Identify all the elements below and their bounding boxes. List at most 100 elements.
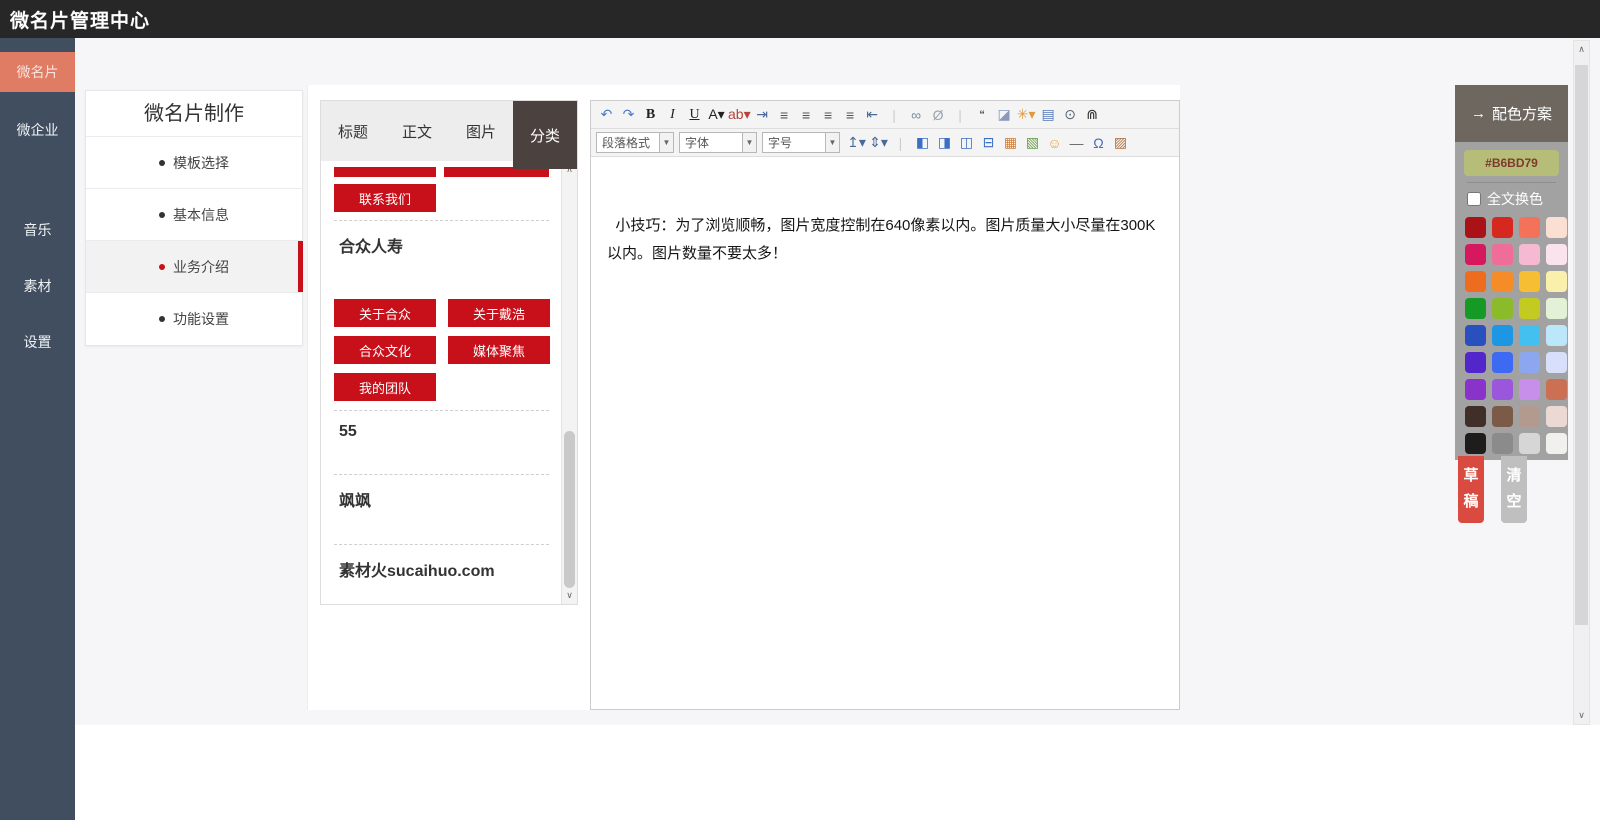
- image-align-right-icon[interactable]: ◫: [956, 132, 977, 154]
- category-tab[interactable]: 图片: [449, 101, 513, 161]
- toolbar-select[interactable]: 字体 ▼: [679, 132, 757, 153]
- color-swatch[interactable]: [1519, 379, 1540, 400]
- page-scrollbar[interactable]: ∧ ∨: [1573, 40, 1590, 725]
- sidebar-item[interactable]: 微企业: [0, 110, 75, 150]
- quick-format-icon[interactable]: ✳▾: [1016, 104, 1037, 126]
- line-height-icon[interactable]: ⇕▾: [868, 132, 889, 154]
- color-swatch[interactable]: [1519, 325, 1540, 346]
- upload-image-icon[interactable]: ▧: [1022, 132, 1043, 154]
- toolbar-separator[interactable]: |: [950, 104, 971, 126]
- eraser-icon[interactable]: ◪: [994, 104, 1015, 126]
- draft-button[interactable]: 草稿: [1458, 456, 1484, 523]
- color-swatch[interactable]: [1519, 271, 1540, 292]
- color-swatch[interactable]: [1492, 271, 1513, 292]
- image-align-inline-icon[interactable]: ◨: [934, 132, 955, 154]
- category-tab[interactable]: 分类: [513, 101, 577, 169]
- text-valign-icon[interactable]: ↥▾: [846, 132, 867, 154]
- category-item[interactable]: 素材火sucaihuo.com: [334, 545, 549, 604]
- toolbar-separator[interactable]: |: [890, 132, 911, 154]
- category-button[interactable]: 合众文化: [334, 336, 436, 364]
- color-swatch[interactable]: [1519, 433, 1540, 454]
- color-swatch[interactable]: [1519, 352, 1540, 373]
- color-swatch[interactable]: [1465, 298, 1486, 319]
- emoticons-icon[interactable]: ☺: [1044, 132, 1065, 154]
- color-scheme-header[interactable]: → 配色方案: [1455, 85, 1568, 142]
- scroll-down-icon[interactable]: ∨: [562, 590, 577, 601]
- align-left-icon[interactable]: ≡: [774, 104, 795, 126]
- color-swatch[interactable]: [1492, 298, 1513, 319]
- color-swatch[interactable]: [1492, 379, 1513, 400]
- scroll-up-icon[interactable]: ∧: [1574, 44, 1589, 55]
- toolbar-select[interactable]: 段落格式 ▼: [596, 132, 674, 153]
- color-swatch[interactable]: [1465, 217, 1486, 238]
- color-swatch[interactable]: [1546, 325, 1567, 346]
- color-swatch[interactable]: [1546, 406, 1567, 427]
- link-icon[interactable]: ∞: [906, 104, 927, 126]
- underline-icon[interactable]: U: [684, 104, 705, 126]
- category-button[interactable]: 关于合众: [334, 299, 436, 327]
- category-button[interactable]: 关于戴浩: [448, 299, 550, 327]
- paste-as-text-icon[interactable]: ▤: [1038, 104, 1059, 126]
- indent-icon[interactable]: ⇥: [752, 104, 773, 126]
- highlight-icon[interactable]: ab▾: [728, 104, 751, 126]
- category-item[interactable]: 飒飒: [334, 475, 549, 545]
- color-swatch[interactable]: [1546, 298, 1567, 319]
- panel-nav-item[interactable]: 模板选择: [86, 137, 302, 189]
- color-swatch[interactable]: [1519, 406, 1540, 427]
- color-swatch[interactable]: [1492, 433, 1513, 454]
- color-swatch[interactable]: [1465, 271, 1486, 292]
- color-swatch[interactable]: [1465, 406, 1486, 427]
- scrollbar-thumb[interactable]: [1575, 65, 1588, 625]
- color-swatch[interactable]: [1465, 379, 1486, 400]
- sidebar-item[interactable]: 素材: [0, 266, 75, 306]
- color-swatch[interactable]: [1546, 352, 1567, 373]
- scrollbar-thumb[interactable]: [564, 431, 575, 588]
- panel-nav-item[interactable]: 基本信息: [86, 189, 302, 241]
- color-swatch[interactable]: [1519, 298, 1540, 319]
- color-swatch[interactable]: [1492, 406, 1513, 427]
- color-swatch[interactable]: [1492, 217, 1513, 238]
- font-color-icon[interactable]: A▾: [706, 104, 727, 126]
- category-scrollbar[interactable]: ∧ ∨: [561, 161, 577, 604]
- color-swatch[interactable]: [1465, 325, 1486, 346]
- category-tab[interactable]: 正文: [385, 101, 449, 161]
- sidebar-item[interactable]: 微名片: [0, 52, 75, 92]
- italic-icon[interactable]: I: [662, 104, 683, 126]
- full-text-recolor-checkbox[interactable]: [1467, 192, 1481, 206]
- image-align-block-icon[interactable]: ⊟: [978, 132, 999, 154]
- scroll-down-icon[interactable]: ∨: [1574, 710, 1589, 721]
- color-swatch[interactable]: [1546, 244, 1567, 265]
- sidebar-item[interactable]: 音乐: [0, 210, 75, 250]
- clear-button[interactable]: 清空: [1501, 456, 1527, 523]
- horizontal-rule-icon[interactable]: —: [1066, 132, 1087, 154]
- justify-icon[interactable]: ≡: [840, 104, 861, 126]
- color-swatch[interactable]: [1465, 433, 1486, 454]
- panel-nav-item[interactable]: 业务介绍: [86, 241, 302, 293]
- color-swatch[interactable]: [1465, 244, 1486, 265]
- partially-scrolled-button[interactable]: [334, 167, 436, 177]
- category-button[interactable]: 媒体聚焦: [448, 336, 550, 364]
- toolbar-select[interactable]: 字号 ▼: [762, 132, 840, 153]
- hex-color-input[interactable]: #B6BD79: [1464, 150, 1559, 176]
- special-char-icon[interactable]: Ω: [1088, 132, 1109, 154]
- sidebar-item[interactable]: 设置: [0, 322, 75, 362]
- color-swatch[interactable]: [1492, 352, 1513, 373]
- blockquote-icon[interactable]: “: [972, 104, 993, 126]
- category-tab[interactable]: 标题: [321, 101, 385, 161]
- insert-image-icon[interactable]: ▦: [1000, 132, 1021, 154]
- panel-nav-item[interactable]: 功能设置: [86, 293, 302, 345]
- color-swatch[interactable]: [1465, 352, 1486, 373]
- undo-icon[interactable]: ↶: [596, 104, 617, 126]
- color-swatch[interactable]: [1546, 433, 1567, 454]
- color-swatch[interactable]: [1492, 244, 1513, 265]
- outdent-icon[interactable]: ⇤: [862, 104, 883, 126]
- color-swatch[interactable]: [1519, 244, 1540, 265]
- redo-icon[interactable]: ↷: [618, 104, 639, 126]
- align-center-icon[interactable]: ≡: [796, 104, 817, 126]
- preview-icon[interactable]: ⊙: [1060, 104, 1081, 126]
- contact-us-button[interactable]: 联系我们: [334, 184, 436, 212]
- find-replace-icon[interactable]: ⋒: [1082, 104, 1103, 126]
- category-item[interactable]: 55: [334, 411, 549, 475]
- clipboard-icon[interactable]: ▨: [1110, 132, 1131, 154]
- editor-content[interactable]: 小技巧：为了浏览顺畅，图片宽度控制在640像素以内。图片质量大小尽量在300K以…: [591, 157, 1179, 677]
